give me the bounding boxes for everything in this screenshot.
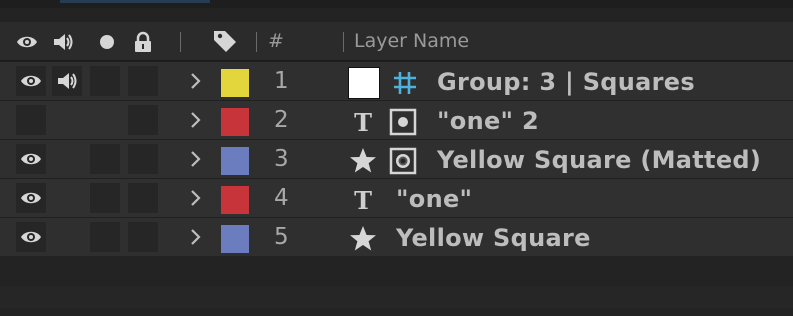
layer-row[interactable]: 1 Group: 3 | Squares — [0, 61, 793, 100]
label-tag-icon[interactable] — [212, 28, 238, 54]
lock-toggle[interactable] — [128, 183, 158, 213]
visibility-toggle[interactable] — [16, 105, 46, 135]
eye-icon — [21, 231, 41, 243]
layer-row[interactable]: 3 Yellow Square (Matted) — [0, 139, 793, 178]
audio-toggle[interactable] — [52, 66, 82, 96]
top-strip — [0, 0, 793, 8]
layer-name[interactable]: "one" 2 — [437, 107, 539, 135]
layer-row[interactable]: 5 Yellow Square — [0, 217, 793, 256]
layer-number: 4 — [274, 185, 289, 211]
text-icon: T — [348, 185, 378, 215]
top-glow — [60, 0, 210, 3]
matte-icon — [388, 146, 418, 176]
layer-number: 2 — [274, 107, 289, 133]
layer-number: 5 — [274, 224, 289, 250]
label-color-swatch[interactable] — [221, 69, 249, 97]
layer-panel: # Layer Name 1 Group: 3 | Squares 2 T "o… — [0, 8, 793, 316]
chevron-right-icon[interactable] — [188, 226, 204, 248]
label-color-swatch[interactable] — [221, 225, 249, 253]
visibility-toggle[interactable] — [16, 66, 46, 96]
eye-icon — [21, 192, 41, 204]
layer-name[interactable]: Group: 3 | Squares — [437, 68, 695, 96]
group-grid-icon — [390, 68, 420, 98]
layer-name[interactable]: Yellow Square (Matted) — [437, 146, 761, 174]
text-icon: T — [348, 107, 378, 137]
svg-text:T: T — [354, 186, 372, 215]
speaker-icon — [58, 73, 77, 89]
lock-toggle[interactable] — [128, 105, 158, 135]
header-divider — [180, 32, 181, 52]
visibility-toggle[interactable] — [16, 144, 46, 174]
eye-icon — [21, 75, 41, 87]
shape-icon — [388, 107, 418, 137]
layer-number: 1 — [274, 68, 289, 94]
speaker-icon[interactable] — [52, 31, 74, 53]
layer-name-column-header[interactable]: Layer Name — [354, 30, 469, 52]
layer-row[interactable]: 2 T "one" 2 — [0, 100, 793, 139]
layer-number: 3 — [274, 146, 289, 172]
chevron-right-icon[interactable] — [188, 70, 204, 92]
visibility-toggle[interactable] — [16, 222, 46, 252]
header-divider — [343, 32, 344, 52]
label-color-swatch[interactable] — [221, 186, 249, 214]
solo-dot-icon[interactable] — [96, 31, 118, 53]
number-column-header[interactable]: # — [268, 30, 284, 52]
label-color-swatch[interactable] — [221, 147, 249, 175]
lock-toggle[interactable] — [128, 144, 158, 174]
solo-toggle[interactable] — [90, 66, 120, 96]
layer-name[interactable]: "one" — [396, 185, 472, 213]
star-icon — [348, 146, 378, 176]
solo-toggle[interactable] — [90, 144, 120, 174]
star-icon — [348, 224, 378, 254]
chevron-right-icon[interactable] — [188, 109, 204, 131]
label-color-swatch[interactable] — [221, 108, 249, 136]
chevron-right-icon[interactable] — [188, 148, 204, 170]
svg-text:T: T — [354, 108, 372, 137]
chevron-right-icon[interactable] — [188, 187, 204, 209]
lock-toggle[interactable] — [128, 222, 158, 252]
lock-icon[interactable] — [132, 31, 154, 53]
solo-toggle[interactable] — [90, 222, 120, 252]
empty-list-area — [0, 286, 793, 308]
eye-icon[interactable] — [16, 31, 38, 53]
eye-icon — [21, 153, 41, 165]
lock-toggle[interactable] — [128, 66, 158, 96]
solo-toggle[interactable] — [90, 183, 120, 213]
layer-name[interactable]: Yellow Square — [396, 224, 591, 252]
column-header: # Layer Name — [0, 22, 793, 61]
visibility-toggle[interactable] — [16, 183, 46, 213]
header-divider — [256, 32, 257, 52]
layer-row[interactable]: 4 T "one" — [0, 178, 793, 217]
layer-thumbnail — [348, 67, 380, 99]
